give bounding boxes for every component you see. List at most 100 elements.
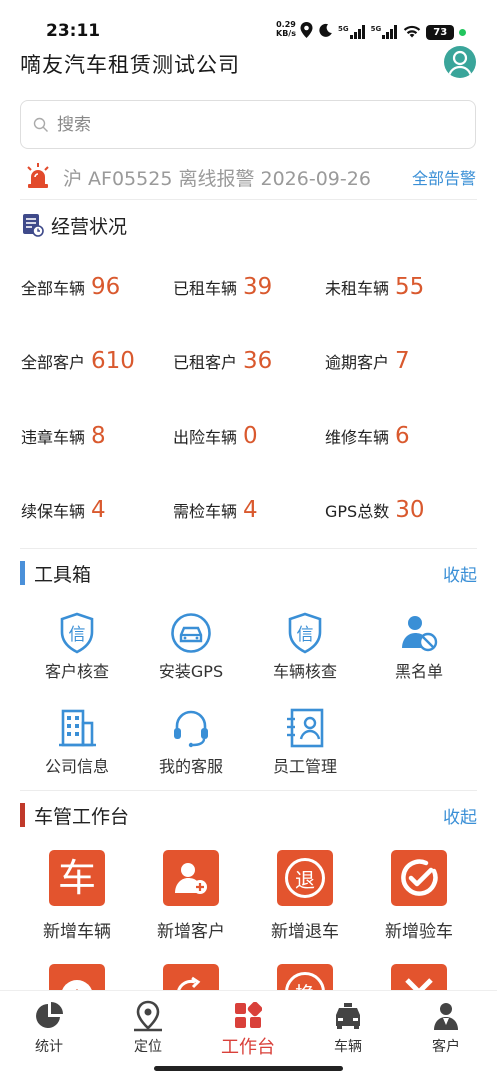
stat-value: 8: [91, 423, 106, 449]
toolbox-collapse-button[interactable]: 收起: [443, 561, 477, 586]
stat-label: 已租客户: [173, 353, 238, 372]
stat-label: 维修车辆: [325, 428, 390, 447]
return-car-icon: 退: [277, 850, 333, 906]
section-accent-bar: [20, 561, 25, 585]
network-speed-value: 0.29: [276, 20, 296, 29]
app-header: 嘀友汽车租赁测试公司: [0, 44, 497, 84]
stat-value: 4: [243, 497, 258, 523]
network-speed-unit: KB/s: [276, 29, 296, 38]
stat-violation-vehicles[interactable]: 违章车辆 8: [21, 423, 106, 449]
action-label: 新增退车: [271, 922, 339, 942]
active-indicator-dot: [459, 28, 467, 36]
signal-label: 5G: [338, 25, 349, 33]
status-time: 23:11: [46, 21, 101, 41]
stat-label: 出险车辆: [173, 428, 238, 447]
svg-text:信: 信: [69, 625, 86, 645]
moon-icon: [318, 23, 333, 42]
section-accent-bar: [20, 803, 25, 827]
search-input[interactable]: [57, 114, 437, 135]
stat-all-vehicles[interactable]: 全部车辆 96: [21, 274, 120, 300]
tab-label: 车辆: [334, 1039, 362, 1055]
home-indicator: [154, 1066, 343, 1071]
user-avatar-icon[interactable]: [444, 46, 476, 78]
divider: [20, 548, 477, 549]
shield-credit-icon: 信: [27, 612, 127, 654]
stat-unrented-vehicles[interactable]: 未租车辆 55: [325, 274, 424, 300]
battery-icon: 73: [426, 24, 455, 40]
action-label: 新增车辆: [43, 922, 111, 942]
fleet-section-header: 车管工作台 收起: [0, 800, 497, 832]
return-glyph: 退: [295, 867, 315, 892]
stat-label: 需检车辆: [173, 502, 238, 521]
operations-section-header: 经营状况: [0, 208, 497, 244]
toolbox-title: 工具箱: [34, 564, 92, 586]
tool-label: 我的客服: [158, 757, 223, 776]
tab-vehicles[interactable]: 车辆: [308, 999, 388, 1056]
stat-value: 610: [91, 348, 135, 374]
action-add-customer[interactable]: 新增客户: [136, 850, 246, 942]
tool-my-support[interactable]: 我的客服: [141, 707, 241, 777]
operations-title: 经营状况: [51, 216, 128, 238]
stat-value: 4: [91, 497, 106, 523]
alarm-message: 沪 AF05525 离线报警 2026-09-26: [63, 168, 371, 190]
stat-renewal-vehicles[interactable]: 续保车辆 4: [21, 497, 106, 523]
tab-statistics[interactable]: 统计: [9, 999, 89, 1056]
tab-customers[interactable]: 客户: [406, 999, 486, 1056]
pie-chart-icon: [9, 999, 89, 1033]
network-speed: 0.29 KB/s: [276, 20, 296, 38]
signal-label: 5G: [370, 25, 382, 33]
stat-value: 39: [243, 274, 273, 300]
user-blocked-icon: [369, 612, 469, 654]
stat-overdue-customers[interactable]: 逾期客户 7: [325, 348, 410, 374]
headset-icon: [141, 707, 241, 749]
stat-label: 未租车辆: [325, 279, 390, 298]
stat-value: 55: [395, 274, 425, 300]
wifi-icon: [403, 23, 421, 42]
company-name: 嘀友汽车租赁测试公司: [20, 53, 240, 77]
tab-workbench[interactable]: 工作台: [208, 999, 288, 1059]
alarm-ticker[interactable]: 沪 AF05525 离线报警 2026-09-26 全部告警: [0, 158, 497, 198]
stat-label: 违章车辆: [21, 428, 86, 447]
stat-label: GPS总数: [325, 502, 390, 521]
stat-gps-total[interactable]: GPS总数 30: [325, 497, 425, 523]
stat-all-customers[interactable]: 全部客户 610: [21, 348, 135, 374]
search-box[interactable]: [20, 100, 476, 149]
action-inspect-vehicle[interactable]: 新增验车: [364, 850, 474, 942]
action-add-vehicle[interactable]: 车 新增车辆: [22, 850, 132, 942]
tool-vehicle-check[interactable]: 信 车辆核查: [255, 612, 355, 682]
tool-staff-management[interactable]: 员工管理: [255, 707, 355, 777]
tool-label: 车辆核查: [272, 662, 337, 681]
tool-blacklist[interactable]: 黑名单: [369, 612, 469, 682]
tool-label: 客户核查: [44, 662, 109, 681]
stat-rented-customers[interactable]: 已租客户 36: [173, 348, 272, 374]
all-alarms-link[interactable]: 全部告警: [412, 165, 476, 189]
stat-label: 全部车辆: [21, 279, 86, 298]
tab-location[interactable]: 定位: [108, 999, 188, 1056]
tool-install-gps[interactable]: 安装GPS: [141, 612, 241, 682]
car-gps-icon: [141, 612, 241, 654]
stat-value: 36: [243, 348, 273, 374]
stat-accident-vehicles[interactable]: 出险车辆 0: [173, 423, 258, 449]
tool-label: 员工管理: [272, 757, 337, 776]
tool-label: 黑名单: [394, 662, 443, 681]
fleet-collapse-button[interactable]: 收起: [443, 803, 477, 828]
stat-value: 30: [395, 497, 425, 523]
stat-inspection-vehicles[interactable]: 需检车辆 4: [173, 497, 258, 523]
stat-repair-vehicles[interactable]: 维修车辆 6: [325, 423, 410, 449]
tool-company-info[interactable]: 公司信息: [27, 707, 127, 777]
siren-icon: [24, 162, 52, 194]
map-pin-icon: [108, 999, 188, 1033]
svg-text:信: 信: [297, 625, 314, 645]
status-bar: 23:11 0.29 KB/s 5G 5G 73: [0, 0, 497, 44]
action-return-vehicle[interactable]: 退 新增退车: [250, 850, 360, 942]
tool-customer-check[interactable]: 信 客户核查: [27, 612, 127, 682]
toolbox-section-header: 工具箱 收起: [0, 558, 497, 590]
stat-value: 7: [395, 348, 410, 374]
add-customer-icon: [163, 850, 219, 906]
signal-icon: 5G: [338, 25, 366, 39]
stat-rented-vehicles[interactable]: 已租车辆 39: [173, 274, 272, 300]
workbench-icon: [208, 999, 288, 1033]
shield-credit-icon: 信: [255, 612, 355, 654]
car-glyph: 车: [57, 856, 96, 900]
tool-label: 安装GPS: [158, 662, 224, 681]
